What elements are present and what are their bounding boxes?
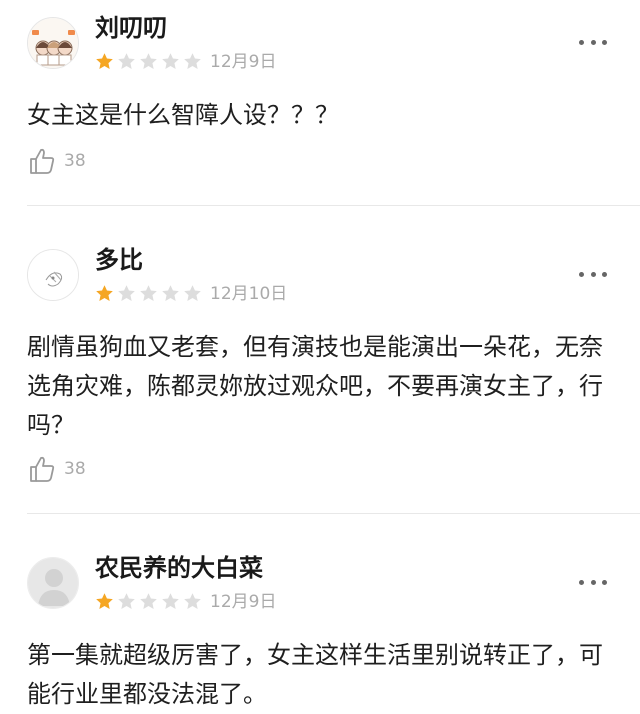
review-content: 剧情虽狗血又老套，但有演技也是能演出一朵花，无奈选角灾难，陈都灵妳放过观众吧，不… bbox=[27, 333, 603, 439]
star-icon bbox=[140, 285, 157, 301]
default-avatar-icon bbox=[28, 558, 78, 608]
review-item: 农民养的大白菜 12月9日 第一集就超级厉害了，女主这样生活里别说转正了，可能行… bbox=[0, 514, 640, 708]
review-date: 12月10日 bbox=[210, 284, 288, 304]
avatar-sketch-icon bbox=[28, 250, 78, 300]
more-dots-icon[interactable] bbox=[579, 577, 607, 587]
review-date: 12月9日 bbox=[210, 52, 277, 72]
more-dots-icon[interactable] bbox=[579, 37, 607, 47]
star-icon bbox=[162, 285, 179, 301]
star-icon bbox=[184, 53, 201, 69]
star-icon bbox=[184, 593, 201, 609]
username[interactable]: 农民养的大白菜 bbox=[95, 553, 263, 583]
star-icon bbox=[96, 53, 113, 69]
review-item: 多比 12月10日 剧情虽狗血又老套，但有演技也是能演出一朵花，无奈选角灾难，陈… bbox=[0, 206, 640, 513]
star-rating bbox=[95, 284, 202, 303]
avatar[interactable] bbox=[27, 249, 79, 301]
star-icon bbox=[118, 53, 135, 69]
like-count: 38 bbox=[64, 459, 86, 479]
like-count: 38 bbox=[64, 151, 86, 171]
avatar[interactable] bbox=[27, 17, 79, 69]
star-icon bbox=[96, 593, 113, 609]
thumbs-up-icon bbox=[30, 456, 55, 482]
star-icon bbox=[140, 53, 157, 69]
review-content: 第一集就超级厉害了，女主这样生活里别说转正了，可能行业里都没法混了。 bbox=[27, 641, 603, 708]
review-content: 女主这是什么智障人设？？？ bbox=[27, 101, 339, 129]
star-icon bbox=[118, 593, 135, 609]
review-date: 12月9日 bbox=[210, 592, 277, 612]
avatar[interactable] bbox=[27, 557, 79, 609]
thumbs-up-icon bbox=[30, 148, 55, 174]
more-dots-icon[interactable] bbox=[579, 269, 607, 279]
star-icon bbox=[118, 285, 135, 301]
star-icon bbox=[96, 285, 113, 301]
star-icon bbox=[140, 593, 157, 609]
like-button[interactable]: 38 bbox=[29, 455, 86, 483]
avatar-girls-illustration-icon bbox=[28, 18, 78, 68]
like-button[interactable]: 38 bbox=[29, 147, 86, 175]
review-item: 刘叨叨 12月9日 女主这是什么智障人设？？？ 38 bbox=[0, 0, 640, 205]
star-rating bbox=[95, 52, 202, 71]
star-icon bbox=[162, 593, 179, 609]
username[interactable]: 多比 bbox=[95, 245, 143, 275]
star-rating bbox=[95, 592, 202, 611]
username[interactable]: 刘叨叨 bbox=[95, 13, 167, 43]
star-icon bbox=[162, 53, 179, 69]
star-icon bbox=[184, 285, 201, 301]
